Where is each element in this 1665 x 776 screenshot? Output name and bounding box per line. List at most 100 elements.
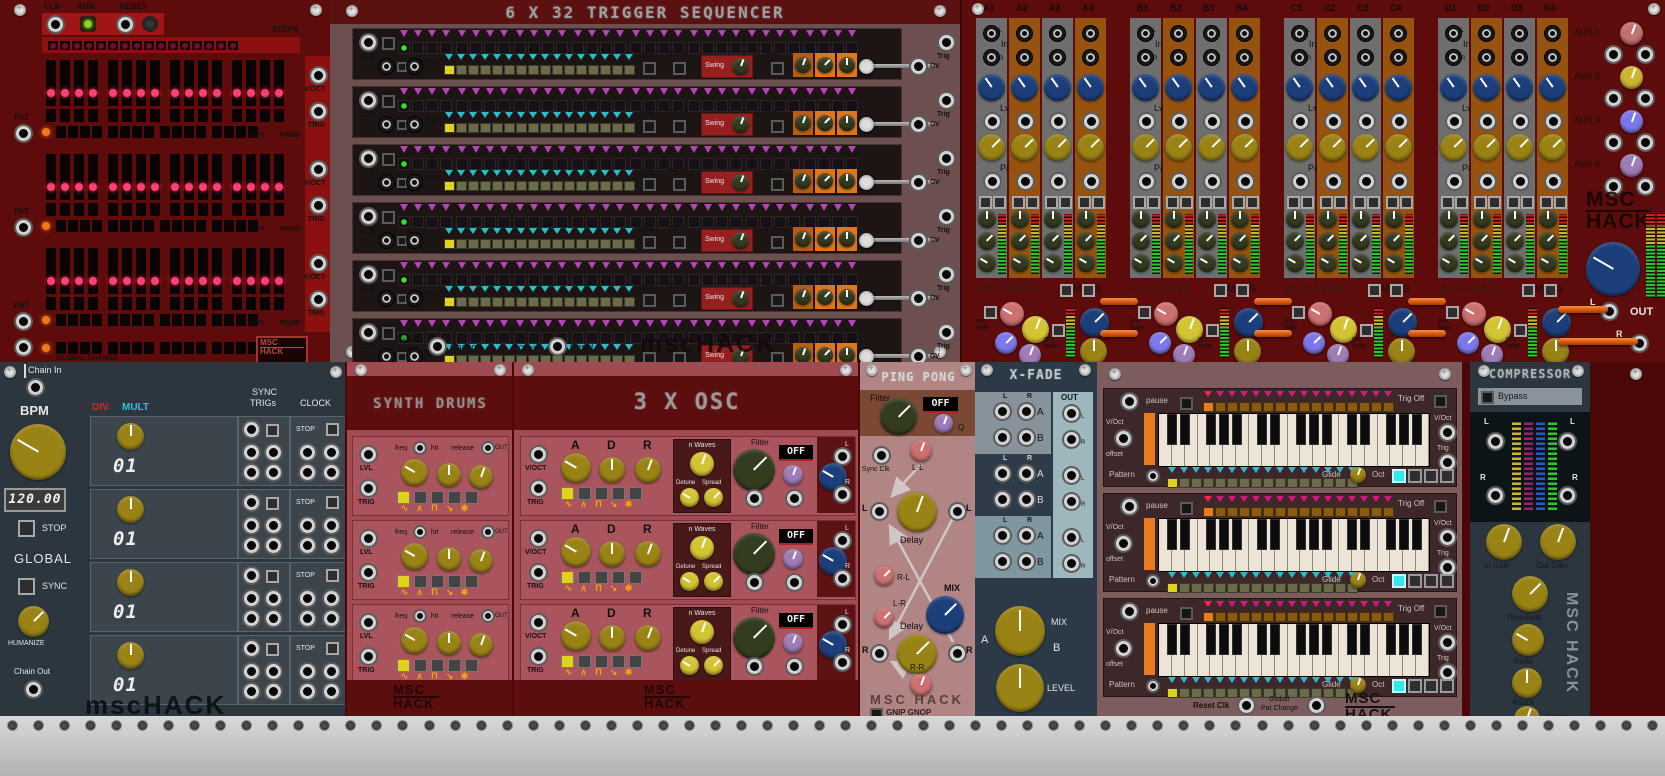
pattern-cell[interactable] xyxy=(108,314,118,326)
trigger-step[interactable] xyxy=(817,204,831,228)
black-key[interactable] xyxy=(1219,624,1229,655)
note-slider[interactable] xyxy=(212,60,222,106)
black-key[interactable] xyxy=(1270,624,1280,655)
trigger-step[interactable] xyxy=(483,262,497,286)
pattern-cell[interactable] xyxy=(160,126,170,138)
step-cell[interactable] xyxy=(542,216,554,228)
step-cell[interactable] xyxy=(614,158,626,170)
step-cell[interactable] xyxy=(542,42,554,54)
step-cell[interactable] xyxy=(1263,612,1274,622)
a-l-port[interactable] xyxy=(995,404,1010,419)
range-knob[interactable] xyxy=(817,347,833,363)
pattern-cell[interactable] xyxy=(1287,478,1298,488)
step-cell[interactable] xyxy=(688,100,700,112)
octave-bar[interactable] xyxy=(1144,518,1155,570)
pattern-cell[interactable] xyxy=(132,126,142,138)
trigger-step[interactable] xyxy=(585,88,599,112)
out-r-port[interactable] xyxy=(835,487,850,502)
solo-button[interactable] xyxy=(1554,196,1567,209)
pattern-cell[interactable] xyxy=(68,126,78,138)
pattern-port[interactable] xyxy=(379,291,394,306)
step-cell[interactable] xyxy=(426,216,438,228)
step-cell[interactable] xyxy=(702,100,714,112)
oct-select-cell[interactable] xyxy=(1440,574,1454,588)
note-slider[interactable] xyxy=(232,154,242,200)
aux3-send-knob[interactable] xyxy=(1457,332,1479,354)
pattern-cell[interactable] xyxy=(1263,583,1274,593)
step-cell[interactable] xyxy=(528,216,540,228)
pattern-input-port[interactable] xyxy=(16,314,31,329)
pan-knob[interactable] xyxy=(1539,134,1566,161)
step-cell[interactable] xyxy=(1227,612,1238,622)
decay-knob[interactable] xyxy=(599,457,625,483)
step-cell[interactable] xyxy=(688,158,700,170)
pattern-step[interactable] xyxy=(539,170,551,191)
step-cell[interactable] xyxy=(702,158,714,170)
stop-button[interactable] xyxy=(18,520,35,537)
cv-slider-handle[interactable] xyxy=(859,59,874,74)
pattern-cell[interactable] xyxy=(212,342,222,354)
trigger-step[interactable] xyxy=(629,88,643,112)
note-slider[interactable] xyxy=(274,60,284,106)
pattern-step[interactable] xyxy=(491,286,503,307)
attack-knob[interactable] xyxy=(561,453,591,483)
aux-return-knob[interactable] xyxy=(1620,22,1643,45)
range-knob[interactable] xyxy=(839,57,855,73)
step-cell[interactable] xyxy=(1287,402,1298,412)
a-r-port[interactable] xyxy=(1019,466,1034,481)
pattern-step[interactable] xyxy=(599,228,611,249)
pattern-step[interactable] xyxy=(515,170,527,191)
note-slider[interactable] xyxy=(246,248,256,294)
bypass-button[interactable] xyxy=(1481,391,1494,404)
in-r-port[interactable] xyxy=(1292,50,1307,65)
pattern-cell[interactable] xyxy=(588,123,599,133)
slider-handle[interactable] xyxy=(213,89,221,97)
step-cell[interactable] xyxy=(716,158,728,170)
mute-button[interactable] xyxy=(1232,196,1245,209)
level-cv-port[interactable] xyxy=(1326,114,1341,129)
pattern-cell[interactable] xyxy=(528,297,539,307)
range-knob[interactable] xyxy=(817,289,833,305)
eq-hi-knob[interactable] xyxy=(1165,210,1183,228)
trigger-step[interactable] xyxy=(1382,391,1394,412)
freq-knob[interactable] xyxy=(401,627,428,654)
step-led-cell[interactable] xyxy=(228,41,238,50)
filter-cv-port[interactable] xyxy=(747,575,762,590)
trigger-step[interactable] xyxy=(455,88,469,112)
sync-trig-button[interactable] xyxy=(266,643,279,656)
step-cell[interactable] xyxy=(614,332,626,344)
oct-select-cell[interactable] xyxy=(1408,469,1422,483)
pattern-cell[interactable] xyxy=(600,297,611,307)
trigger-step[interactable] xyxy=(599,204,613,228)
row-stop-button[interactable] xyxy=(326,642,339,655)
step-cell[interactable] xyxy=(440,100,452,112)
black-key[interactable] xyxy=(1296,414,1306,445)
pattern-cell[interactable] xyxy=(504,65,515,75)
pan-knob[interactable] xyxy=(1077,134,1104,161)
trigger-step[interactable] xyxy=(397,30,411,54)
step-cell[interactable] xyxy=(716,100,728,112)
eq-lo-knob[interactable] xyxy=(1011,254,1029,272)
pattern-cell[interactable] xyxy=(1239,478,1250,488)
trigger-step[interactable] xyxy=(1286,496,1298,517)
solo-button[interactable] xyxy=(1026,196,1039,209)
trigger-step[interactable] xyxy=(541,146,555,170)
oct-select-cell[interactable] xyxy=(1440,679,1454,693)
eq-lo-knob[interactable] xyxy=(978,254,996,272)
black-key[interactable] xyxy=(1412,519,1422,550)
clock-out-port[interactable] xyxy=(300,611,315,626)
step-led-cell[interactable] xyxy=(180,41,190,50)
b-l-port[interactable] xyxy=(995,492,1010,507)
level-knob[interactable] xyxy=(1286,74,1313,101)
out-r-port[interactable] xyxy=(835,655,850,670)
eq-lo-knob[interactable] xyxy=(1473,254,1491,272)
trigger-step[interactable] xyxy=(555,30,569,54)
in-l-port[interactable] xyxy=(1512,26,1527,41)
pattern-step[interactable] xyxy=(1226,467,1238,488)
out-port[interactable] xyxy=(483,443,493,453)
trigger-step[interactable] xyxy=(787,262,801,286)
group-solo-button[interactable] xyxy=(1390,284,1403,297)
in-l-port[interactable] xyxy=(984,26,999,41)
step-cell[interactable] xyxy=(1383,612,1394,622)
pattern-cell[interactable] xyxy=(1299,478,1310,488)
